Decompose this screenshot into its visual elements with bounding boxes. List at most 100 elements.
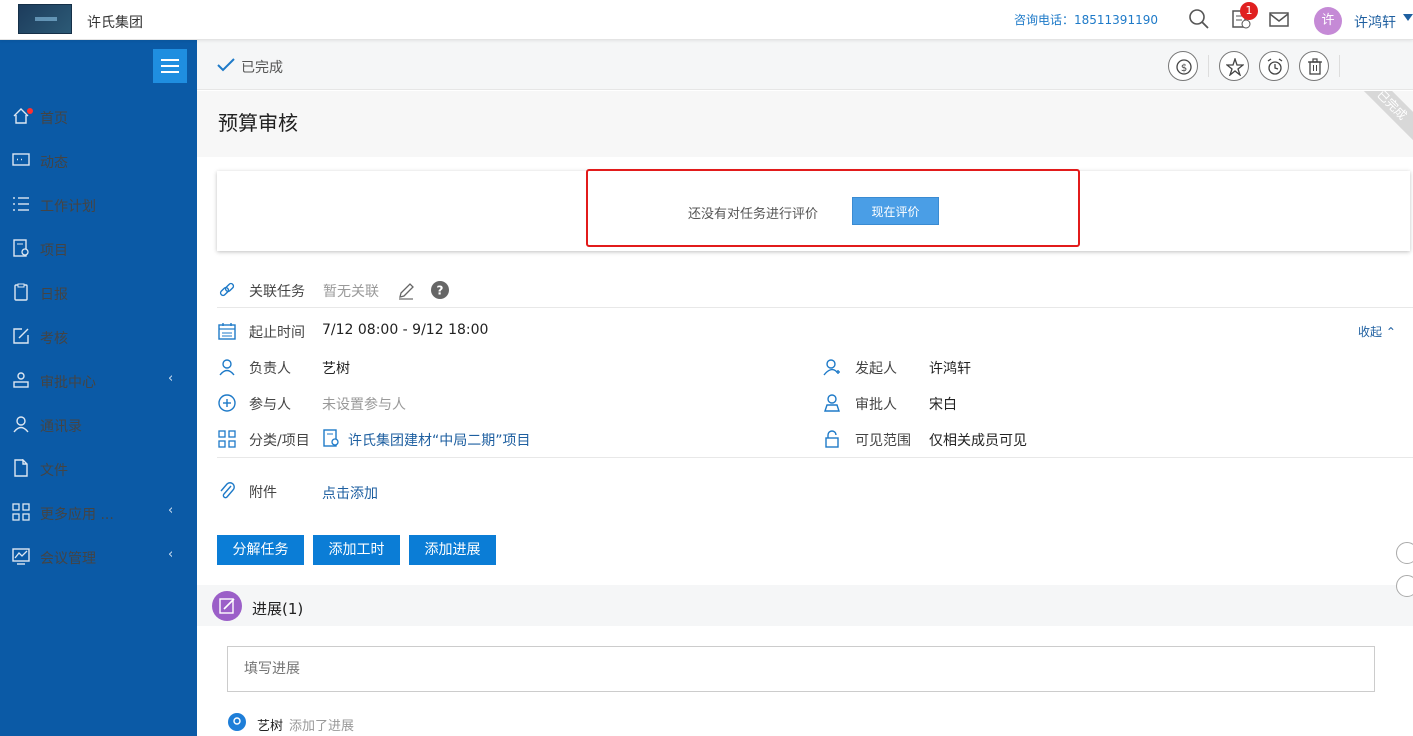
approver-icon [824, 394, 840, 412]
file-icon [14, 459, 28, 477]
contacts-icon [13, 416, 29, 433]
hotline-text: 咨询电话：18511391190 [1014, 13, 1158, 27]
visibility-label: 可见范围 [855, 433, 911, 449]
lock-open-icon [825, 430, 839, 448]
approval-icon [13, 372, 29, 388]
split-task-button[interactable]: 分解任务 [217, 535, 304, 565]
category-value[interactable]: 许氏集团建材“中局二期”项目 [348, 430, 531, 450]
chevron-left-icon: ‹ [168, 371, 174, 386]
divider [217, 307, 1413, 308]
check-icon [217, 58, 235, 72]
page-title: 预算审核 [218, 111, 298, 135]
add-progress-button[interactable]: 添加进展 [409, 535, 496, 565]
assessment-icon [13, 328, 29, 344]
person-icon [219, 359, 235, 376]
company-name: 许氏集团 [87, 15, 143, 31]
grid-icon [218, 430, 236, 448]
chevron-up-icon: ⌃ [1385, 325, 1396, 339]
sidebar-item-more-apps[interactable]: 更多应用 ... ‹ [0, 490, 197, 534]
list-icon [13, 197, 29, 211]
sidebar-item-daily-report[interactable]: 日报 [0, 270, 197, 314]
sidebar-item-label: 日报 [40, 287, 68, 303]
chat-icon [12, 153, 30, 166]
divider [217, 457, 1413, 458]
sidebar-item-work-plan[interactable]: 工作计划 [0, 182, 197, 226]
calendar-icon [218, 323, 236, 340]
reminder-button[interactable] [1259, 51, 1289, 81]
sidebar-item-label: 项目 [40, 243, 68, 259]
participants-value[interactable]: 未设置参与人 [322, 394, 406, 414]
chevron-left-icon: ‹ [168, 503, 174, 518]
daily-report-icon [14, 283, 28, 301]
favorite-button[interactable] [1219, 51, 1249, 81]
svg-text:$: $ [1181, 63, 1187, 74]
task-status-bar: 已完成 $ [197, 40, 1413, 90]
status-text: 已完成 [241, 60, 283, 76]
float-list-icon[interactable] [1396, 575, 1413, 597]
mail-icon[interactable] [1268, 8, 1290, 30]
progress-entry-user[interactable]: 艺树 [257, 715, 283, 734]
task-title-bar: 预算审核 已完成 [197, 91, 1413, 157]
visibility-value[interactable]: 仅相关成员可见 [929, 430, 1027, 450]
attachment-label: 附件 [249, 485, 277, 501]
evaluate-now-button[interactable]: 现在评价 [852, 197, 939, 225]
sidebar-item-label: 工作计划 [40, 199, 96, 215]
category-label: 分类/项目 [249, 433, 310, 449]
evaluation-prompt: 还没有对任务进行评价 [688, 207, 819, 222]
sidebar-item-label: 文件 [40, 463, 68, 479]
sidebar-item-contacts[interactable]: 通讯录 [0, 402, 197, 446]
project-icon [13, 239, 29, 257]
link-icon [219, 282, 235, 297]
sidebar-item-meetings[interactable]: 会议管理 ‹ [0, 534, 197, 578]
approver-label: 审批人 [855, 397, 897, 413]
initiator-value: 许鸿轩 [929, 361, 971, 377]
add-hours-button[interactable]: 添加工时 [313, 535, 400, 565]
meeting-icon [12, 548, 30, 565]
participants-label: 参与人 [249, 397, 291, 413]
progress-input[interactable] [227, 646, 1375, 692]
paperclip-icon [220, 482, 235, 499]
home-icon [13, 108, 29, 124]
apps-icon [12, 503, 30, 521]
add-circle-icon[interactable] [218, 394, 236, 412]
time-value[interactable]: 7/12 08:00 - 9/12 18:00 [322, 322, 488, 338]
avatar[interactable]: 许 [1314, 7, 1342, 35]
related-task-value: 暂无关联 [323, 284, 379, 300]
sidebar-item-approval-center[interactable]: 审批中心 ‹ [0, 358, 197, 402]
sidebar-item-label: 审批中心 [40, 375, 96, 391]
project-icon [323, 429, 339, 447]
notification-badge: 1 [1240, 2, 1258, 20]
collapse-label: 收起 [1358, 325, 1383, 339]
add-attachment-link[interactable]: 点击添加 [322, 483, 378, 503]
sidebar-item-label: 动态 [40, 155, 68, 171]
sidebar-item-projects[interactable]: 项目 [0, 226, 197, 270]
sidebar-item-files[interactable]: 文件 [0, 446, 197, 490]
progress-title: 进展(1) [252, 600, 304, 618]
evaluation-highlight-box [586, 169, 1080, 247]
initiator-label: 发起人 [855, 361, 897, 377]
pencil-icon[interactable] [397, 282, 415, 300]
company-logo[interactable] [18, 4, 72, 34]
sidebar-item-label: 考核 [40, 331, 68, 347]
approver-value: 宋白 [929, 397, 957, 413]
cost-button[interactable]: $ [1168, 51, 1198, 81]
completed-ribbon: 已完成 [1353, 91, 1413, 144]
sidebar-item-label: 通讯录 [40, 419, 82, 435]
owner-value[interactable]: 艺树 [322, 358, 350, 378]
sidebar-item-home[interactable]: 首页 [0, 94, 197, 138]
menu-toggle-button[interactable] [153, 49, 187, 83]
progress-section-header [197, 585, 1413, 626]
collapse-link[interactable]: 收起 ⌃ [1358, 323, 1396, 340]
sidebar-item-assessment[interactable]: 考核 [0, 314, 197, 358]
owner-label: 负责人 [249, 361, 291, 377]
chevron-down-icon[interactable] [1403, 14, 1413, 21]
money-icon: $ [1176, 59, 1192, 75]
sidebar-item-feed[interactable]: 动态 [0, 138, 197, 182]
help-icon[interactable]: ? [431, 281, 449, 299]
float-edit-icon[interactable] [1396, 542, 1413, 564]
delete-button[interactable] [1299, 51, 1329, 81]
search-icon[interactable] [1188, 8, 1210, 30]
edit-note-icon [212, 591, 242, 621]
related-task-label: 关联任务 [249, 284, 305, 300]
username[interactable]: 许鸿轩 [1354, 12, 1396, 32]
